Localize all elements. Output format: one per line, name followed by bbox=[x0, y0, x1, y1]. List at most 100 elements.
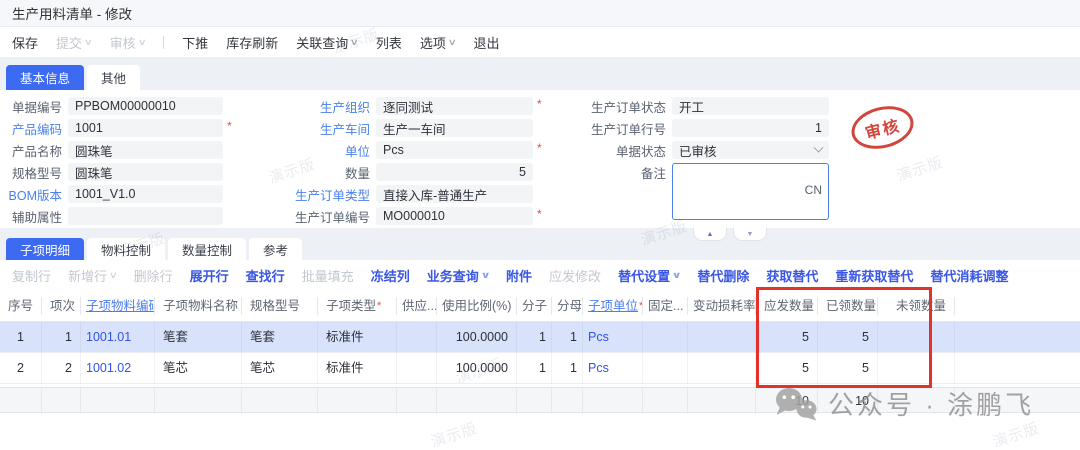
cell-type: 标准件 bbox=[318, 322, 397, 353]
delete-row-button[interactable]: 删除行 bbox=[134, 266, 173, 285]
production-order-status-field[interactable]: 开工 bbox=[672, 97, 829, 115]
production-org-field[interactable]: 逐同测试 bbox=[376, 97, 533, 115]
header-picked-qty: 已领数量 bbox=[818, 297, 878, 315]
header-supply: 供应... bbox=[397, 297, 437, 315]
product-code-label[interactable]: 产品编码 bbox=[0, 119, 62, 138]
cell-picked-qty: 5 bbox=[818, 353, 878, 384]
document-status-select[interactable]: 已审核 bbox=[672, 141, 829, 159]
remark-label: 备注 bbox=[560, 163, 666, 182]
tab-material-control[interactable]: 物料控制 bbox=[87, 238, 165, 260]
attachment-button[interactable]: 附件 bbox=[506, 266, 532, 285]
unit-label[interactable]: 单位 bbox=[285, 141, 370, 160]
basic-info-form: 单据编号PPBOM00000010 产品编码1001 产品名称圆珠笔 规格型号圆… bbox=[0, 90, 1080, 228]
header-sub-material-code[interactable]: 子项物料编码 bbox=[81, 297, 155, 315]
cell-numerator: 1 bbox=[517, 353, 552, 384]
cell-unpicked-qty bbox=[878, 322, 955, 353]
summary-cell bbox=[583, 388, 643, 414]
summary-cell bbox=[688, 388, 756, 414]
audit-button[interactable]: 审核∨ bbox=[110, 33, 146, 52]
tab-quantity-control[interactable]: 数量控制 bbox=[168, 238, 246, 260]
production-order-status-label: 生产订单状态 bbox=[560, 97, 666, 116]
table-row[interactable]: 1 1 1001.01 笔套 笔套 标准件 100.0000 1 1 Pcs 5… bbox=[0, 322, 1080, 353]
tab-basic-info[interactable]: 基本信息 bbox=[6, 65, 84, 90]
substitute-consumption-adjust-button[interactable]: 替代消耗调整 bbox=[930, 266, 1008, 285]
business-query-button[interactable]: 业务查询∨ bbox=[427, 266, 489, 285]
options-button[interactable]: 选项∨ bbox=[420, 33, 456, 52]
page-title: 生产用料清单 - 修改 bbox=[12, 3, 132, 23]
table-row[interactable]: 2 2 1001.02 笔芯 笔芯 标准件 100.0000 1 1 Pcs 5… bbox=[0, 353, 1080, 384]
form-column-1: 单据编号PPBOM00000010 产品编码1001 产品名称圆珠笔 规格型号圆… bbox=[0, 97, 240, 229]
collapse-header-button[interactable]: ▲ bbox=[693, 228, 727, 241]
quantity-field[interactable]: 5 bbox=[376, 163, 533, 181]
summary-cell bbox=[42, 388, 81, 414]
list-button[interactable]: 列表 bbox=[376, 33, 402, 52]
production-order-no-field[interactable]: MO000010 bbox=[376, 207, 533, 225]
summary-cell bbox=[397, 388, 437, 414]
substitute-delete-button[interactable]: 替代删除 bbox=[697, 266, 749, 285]
summary-cell bbox=[155, 388, 242, 414]
exit-button[interactable]: 退出 bbox=[474, 33, 500, 52]
cell-issue-qty: 5 bbox=[756, 322, 818, 353]
production-workshop-label[interactable]: 生产车间 bbox=[285, 119, 370, 138]
link-query-button[interactable]: 关联查询∨ bbox=[296, 33, 358, 52]
summary-cell bbox=[878, 388, 955, 414]
product-code-field[interactable]: 1001 bbox=[68, 119, 223, 137]
copy-row-button[interactable]: 复制行 bbox=[12, 266, 51, 285]
issue-modify-button[interactable]: 应发修改 bbox=[549, 266, 601, 285]
form-column-3: 生产订单状态开工 生产订单行号1 单据状态已审核 备注CN bbox=[560, 97, 860, 185]
header-sub-unit[interactable]: 子项单位 bbox=[583, 297, 643, 315]
inventory-refresh-button[interactable]: 库存刷新 bbox=[226, 33, 278, 52]
tab-sub-item-detail[interactable]: 子项明细 bbox=[6, 238, 84, 260]
production-order-line-no-field[interactable]: 1 bbox=[672, 119, 829, 137]
cell-type: 标准件 bbox=[318, 353, 397, 384]
aux-attribute-field[interactable] bbox=[68, 207, 223, 225]
cell-fixed-loss bbox=[643, 353, 688, 384]
demo-watermark: 演示版 bbox=[428, 417, 480, 450]
header-usage-ratio: 使用比例(%) bbox=[437, 297, 517, 315]
production-org-label[interactable]: 生产组织 bbox=[285, 97, 370, 116]
cell-material-code[interactable]: 1001.01 bbox=[81, 322, 155, 353]
bom-version-label[interactable]: BOM版本 bbox=[0, 185, 62, 204]
get-substitute-button[interactable]: 获取替代 bbox=[766, 266, 818, 285]
header-fixed-loss: 固定... bbox=[643, 297, 688, 315]
cell-material-code[interactable]: 1001.02 bbox=[81, 353, 155, 384]
spec-model-field[interactable]: 圆珠笔 bbox=[68, 163, 223, 181]
cell-unit[interactable]: Pcs bbox=[583, 322, 643, 353]
summary-cell bbox=[552, 388, 583, 414]
cell-variable-loss bbox=[688, 353, 756, 384]
document-no-field[interactable]: PPBOM00000010 bbox=[68, 97, 223, 115]
find-row-button[interactable]: 查找行 bbox=[246, 266, 285, 285]
chevron-down-icon: ∨ bbox=[350, 37, 359, 48]
production-order-type-label[interactable]: 生产订单类型 bbox=[285, 185, 370, 204]
header-sub-item-type: 子项类型 bbox=[318, 297, 397, 315]
push-down-button[interactable]: 下推 bbox=[182, 33, 208, 52]
re-get-substitute-button[interactable]: 重新获取替代 bbox=[835, 266, 913, 285]
save-button[interactable]: 保存 bbox=[12, 33, 38, 52]
submit-button[interactable]: 提交∨ bbox=[56, 33, 92, 52]
freeze-column-button[interactable]: 冻结列 bbox=[371, 266, 410, 285]
unit-field[interactable]: Pcs bbox=[376, 141, 533, 159]
chevron-down-icon: ∨ bbox=[84, 37, 93, 48]
summary-cell bbox=[643, 388, 688, 414]
tab-other[interactable]: 其他 bbox=[87, 65, 140, 90]
add-row-button[interactable]: 新增行∨ bbox=[68, 266, 117, 285]
remark-locale-indicator: CN bbox=[805, 183, 822, 197]
header-seq: 序号 bbox=[0, 297, 42, 315]
expand-row-button[interactable]: 展开行 bbox=[190, 266, 229, 285]
cell-unit[interactable]: Pcs bbox=[583, 353, 643, 384]
arrow-down-icon: ▼ bbox=[747, 231, 754, 238]
batch-fill-button[interactable]: 批量填充 bbox=[302, 266, 354, 285]
header-spec-model: 规格型号 bbox=[242, 297, 318, 315]
remark-textarea[interactable]: CN bbox=[672, 163, 829, 220]
substitute-setting-button[interactable]: 替代设置∨ bbox=[618, 266, 680, 285]
expand-header-button[interactable]: ▼ bbox=[733, 228, 767, 241]
production-workshop-field[interactable]: 生产一车间 bbox=[376, 119, 533, 137]
summary-cell bbox=[517, 388, 552, 414]
tab-reference[interactable]: 参考 bbox=[249, 238, 302, 260]
header-sub-material-name: 子项物料名称 bbox=[155, 297, 242, 315]
summary-cell bbox=[81, 388, 155, 414]
production-material-list-page: 生产用料清单 - 修改 保存 提交∨ 审核∨ 下推 库存刷新 关联查询∨ 列表 … bbox=[0, 0, 1080, 450]
bom-version-field[interactable]: 1001_V1.0 bbox=[68, 185, 223, 203]
product-name-field[interactable]: 圆珠笔 bbox=[68, 141, 223, 159]
production-order-type-field[interactable]: 直接入库-普通生产 bbox=[376, 185, 533, 203]
